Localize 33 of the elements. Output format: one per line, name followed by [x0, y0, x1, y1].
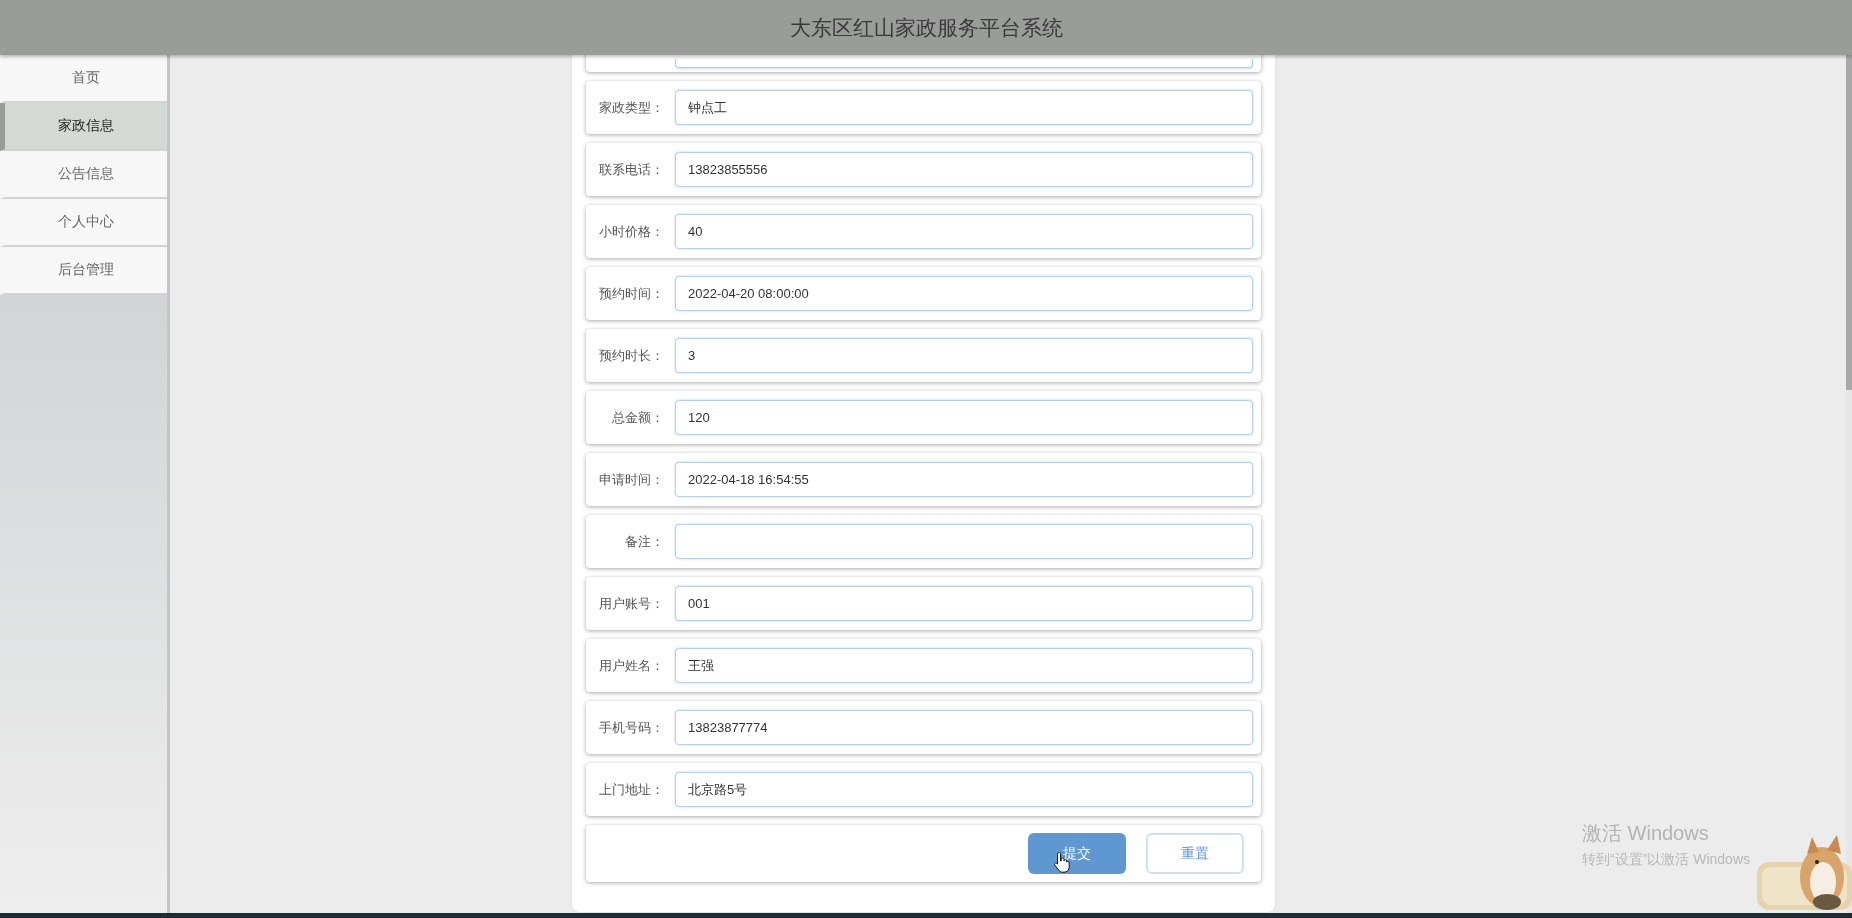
field-label: 家政类型： [598, 98, 664, 117]
sidebar-item[interactable]: 公告信息 [0, 151, 167, 199]
text-field[interactable]: 001 [675, 586, 1253, 621]
sidebar-item[interactable]: 个人中心 [0, 199, 167, 247]
window-title: 大东区红山家政服务平台系统 [789, 14, 1063, 41]
field-label: 申请时间： [598, 470, 664, 489]
field-label: 用户账号： [598, 594, 664, 613]
text-field[interactable] [675, 59, 1253, 68]
text-field[interactable]: 2022-04-18 16:54:55 [675, 462, 1253, 497]
field-label: 小时价格： [598, 222, 664, 241]
field-label: 预约时长： [598, 346, 664, 365]
text-field[interactable]: 13823877774 [675, 710, 1253, 745]
sidebar-item[interactable]: 家政信息 [0, 103, 167, 151]
text-field[interactable]: 2022-04-20 08:00:00 [675, 276, 1253, 311]
text-field[interactable]: 北京路5号 [675, 772, 1253, 807]
text-field[interactable]: 3 [675, 338, 1253, 373]
activation-title: 激活 Windows [1582, 821, 1710, 846]
text-field[interactable]: 钟点工 [675, 90, 1253, 125]
text-field[interactable]: 王强 [675, 648, 1253, 683]
field-label: 预约时间： [598, 284, 664, 303]
sidebar-item[interactable]: 后台管理 [0, 247, 167, 295]
field-label: 备注： [624, 532, 664, 551]
field-label: 总金额： [611, 408, 664, 427]
field-label: 手机号码： [598, 718, 664, 737]
text-field[interactable]: 40 [675, 214, 1253, 249]
field-label: 上门地址： [598, 780, 664, 799]
text-field[interactable]: 120 [675, 400, 1253, 435]
text-field[interactable] [675, 524, 1253, 559]
field-label: 用户姓名： [598, 656, 664, 675]
sidebar-item[interactable]: 首页 [0, 55, 167, 103]
scrollbar[interactable] [1846, 55, 1852, 913]
field-label: 联系电话： [598, 160, 664, 179]
text-field[interactable]: 13823855556 [675, 152, 1253, 187]
